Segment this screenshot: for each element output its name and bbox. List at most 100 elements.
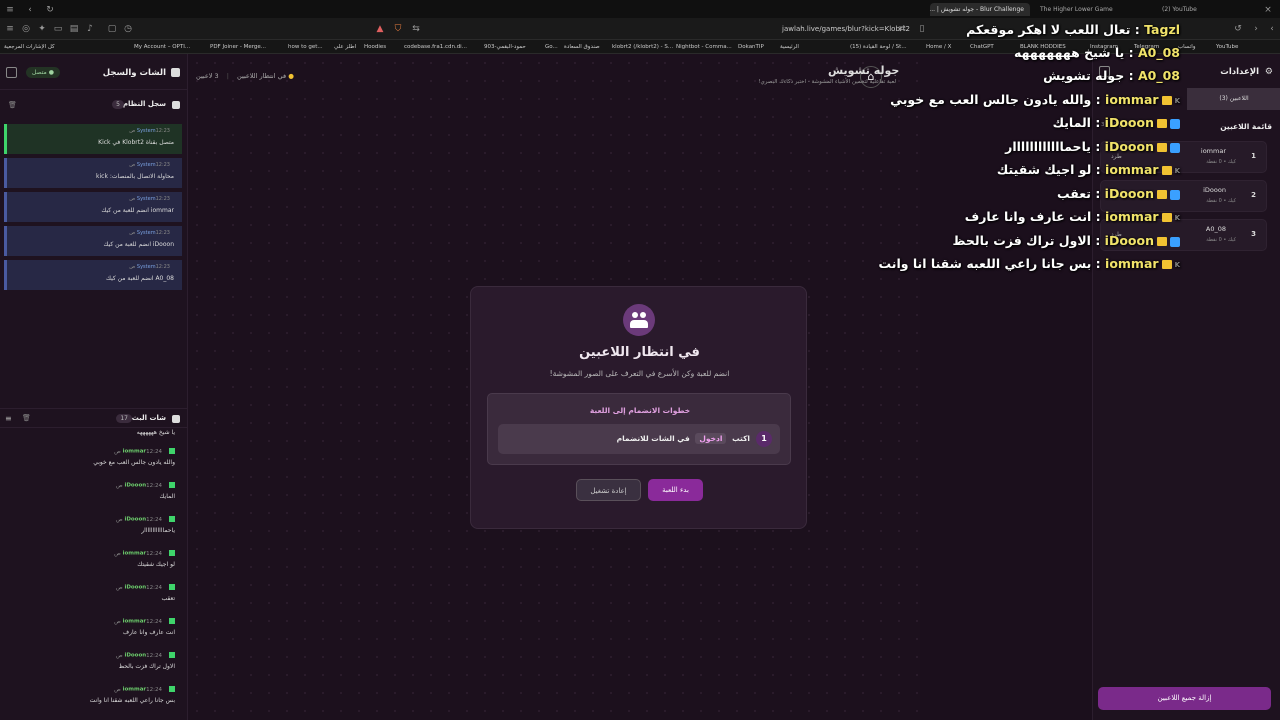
step-number: 1	[756, 431, 772, 447]
kick-badge-icon: K	[1174, 213, 1180, 222]
back-icon[interactable]: ‹	[24, 4, 36, 16]
refresh-icon[interactable]: ↻	[44, 4, 56, 16]
tab-players[interactable]: اللاعبين (3)	[1187, 88, 1280, 110]
waiting-modal: في انتظار اللاعبين انضم للعبة وكن الأسرع…	[470, 286, 807, 529]
overlay-chat-line: Kiommar : لو اجيك شقيتك	[996, 162, 1180, 177]
bookmark-item[interactable]: My Account – OPTI...	[134, 42, 190, 52]
chat-message: iDooon12:24 ص المايك	[116, 482, 175, 500]
screenshot-icon[interactable]: ▢	[106, 23, 118, 35]
bookmark-item[interactable]: Go...	[545, 42, 558, 52]
bookmark-item[interactable]: ChatGPT	[970, 42, 994, 52]
crown-icon	[1157, 119, 1167, 128]
tabs-icon[interactable]: ▤	[68, 23, 80, 35]
game-subtitle: لعبة تفاعلية لتخمين الأشياء المشوشة - اخ…	[758, 79, 896, 85]
url-field[interactable]: jawlah.live/games/blur?kick=Klobrt2	[540, 22, 920, 36]
chat-message-partial: يا شيخ ههههههه	[136, 429, 175, 436]
kick-badge-icon: K	[1174, 96, 1180, 105]
sidebar-icon[interactable]: ≡	[4, 23, 16, 35]
close-window-icon[interactable]: ×	[1262, 4, 1274, 16]
players-list-title: قائمة اللاعبين	[1220, 122, 1272, 131]
log-entry: System12:23 ص iommar انضم للعبة من كيك	[4, 192, 182, 222]
overlay-chat-line: Kiommar : بس جانا راعي اللعبه شقنا انا و…	[878, 256, 1180, 271]
chat-log-panel: متصل ● الشات والسجل 🗑 سجل النظام 5 Syste…	[0, 54, 188, 720]
overlay-chat-line: iDooon : الاول تراك فزت بالحظ	[952, 233, 1180, 248]
bookmark-item[interactable]: how to get...	[288, 42, 323, 52]
verified-icon	[1170, 189, 1180, 200]
log-count-badge: 5	[112, 100, 124, 109]
menu-icon[interactable]: ≡	[4, 4, 16, 16]
log-entry: System12:23 ص محاولة الاتصال بالمنصات: k…	[4, 158, 182, 188]
bookmark-all[interactable]: كل الإشارات المرجعية	[4, 42, 55, 52]
chat-message: iDooon12:24 ص الاول تراك فزت بالحظ	[116, 652, 175, 670]
chat-message: iDooon12:24 ص تعقب	[116, 584, 175, 602]
back-nav-icon[interactable]: ‹	[1266, 23, 1278, 35]
bookmark-item[interactable]: (15) لوحة القيادة / St...	[850, 42, 907, 52]
bookmark-icon[interactable]: ▯	[916, 23, 928, 35]
bookmark-item[interactable]: DokanTIP	[738, 42, 764, 52]
chat-message: iommar12:24 ص والله يادون جالس العب مع خ…	[93, 448, 175, 466]
verified-icon	[1170, 118, 1180, 129]
start-game-button[interactable]: بدء اللعبة	[648, 479, 703, 501]
breadcrumb-players: 3 لاعبين	[196, 72, 219, 80]
kick-button[interactable]: طرد	[1111, 153, 1122, 160]
bookmark-item[interactable]: klobrt2 (/klobrt2) - S...	[612, 42, 673, 52]
users-icon	[623, 304, 655, 336]
crown-icon	[1157, 237, 1167, 246]
forward-icon[interactable]: ›	[1250, 23, 1262, 35]
kick-badge-icon: K	[1174, 260, 1180, 269]
stream-chat-header: ≡ 🗑 شات البث 17	[0, 408, 188, 428]
log-entry: System12:23 ص iDooon انضم للعبة من كيك	[4, 226, 182, 256]
settings-title: الإعدادات	[1220, 67, 1259, 77]
chat-message: iommar12:24 ص انت عارف وانا عارف	[114, 618, 175, 636]
log-entry: System12:23 ص A0_08 انضم للعبة من كيك	[4, 260, 182, 290]
bookmark-item[interactable]: Hoodies	[364, 42, 386, 52]
bookmark-item[interactable]: Home / X	[926, 42, 951, 52]
tab-higher-lower[interactable]: The Higher Lower Game	[1034, 3, 1134, 16]
extension-icon[interactable]: ✦	[36, 23, 48, 35]
bookmark-item[interactable]: 903-حمود-البقمي	[484, 42, 526, 52]
bookmark-item[interactable]: codebase.fra1.cdn.di...	[404, 42, 467, 52]
music-icon[interactable]: ♪	[84, 23, 96, 35]
breadcrumb-state: في انتظار اللاعبين	[237, 72, 287, 80]
modal-title: في انتظار اللاعبين	[579, 345, 700, 360]
kick-badge-icon: K	[1174, 166, 1180, 175]
bookmark-item[interactable]: Nightbot - Comma...	[676, 42, 732, 52]
site-info-icon[interactable]: ⇆	[410, 23, 422, 35]
tab-blur-challenge[interactable]: Blur Challenge - جوله تشويش | ...	[930, 3, 1030, 16]
restart-button[interactable]: إعادة تشغيل	[576, 479, 641, 501]
trash-icon[interactable]: 🗑	[22, 414, 31, 422]
connection-status-badge: متصل ●	[26, 67, 60, 78]
bookmark-item[interactable]: الرئيسية	[780, 42, 799, 52]
window-icon[interactable]: ▭	[52, 23, 64, 35]
remove-all-players-button[interactable]: إزالة جميع اللاعبين	[1098, 687, 1271, 710]
overlay-chat-line: iDooon : المايك	[1053, 115, 1180, 130]
list-icon[interactable]: ≡	[5, 414, 12, 423]
tab-youtube[interactable]: (2) YouTube	[1156, 3, 1216, 16]
collapse-panel-icon[interactable]	[6, 67, 17, 78]
chat-message: iommar12:24 ص بس جانا راعي اللعبه شقنا ا…	[89, 686, 175, 704]
crown-icon	[1161, 96, 1172, 105]
gear-icon: ⚙	[1264, 67, 1273, 77]
overlay-chat-line: Kiommar : انت عارف وانا عارف	[964, 209, 1180, 224]
log-entry: System12:23 ص متصل بقناة Klobrt2 في Kick	[4, 124, 182, 154]
bookmark-item[interactable]: PDF Joiner - Merge...	[210, 42, 266, 52]
chat-message: iDooon12:24 ص ياحماااااااااااار	[116, 516, 175, 534]
system-log-header: 🗑 سجل النظام 5	[0, 98, 188, 114]
crown-icon	[1161, 213, 1172, 222]
share-icon[interactable]: ⇄	[896, 23, 908, 35]
join-steps-title: خطوات الانضمام إلى اللعبة	[589, 406, 691, 415]
shield-icon[interactable]: ◎	[20, 23, 32, 35]
bookmark-item[interactable]: YouTube	[1216, 42, 1238, 52]
bookmark-item[interactable]: صندوق السعادة	[564, 42, 600, 52]
trash-icon[interactable]: 🗑	[8, 101, 17, 109]
reload-icon[interactable]: ↺	[1232, 23, 1244, 35]
bookmark-item[interactable]: واتساب	[1178, 42, 1195, 52]
chat-count-badge: 17	[116, 414, 132, 423]
bookmark-item[interactable]: اطلز علي	[334, 42, 356, 52]
overlay-chat-line: iDooon : ياحماااااااااااار	[1005, 139, 1180, 154]
log-icon	[172, 101, 180, 109]
brave-shield-icon[interactable]: ⛉	[392, 23, 404, 35]
history-icon[interactable]: ◷	[122, 23, 134, 35]
game-title: جوله تشويش	[828, 64, 900, 77]
join-steps-box: خطوات الانضمام إلى اللعبة 1 اكتب ادخول ف…	[487, 393, 791, 465]
